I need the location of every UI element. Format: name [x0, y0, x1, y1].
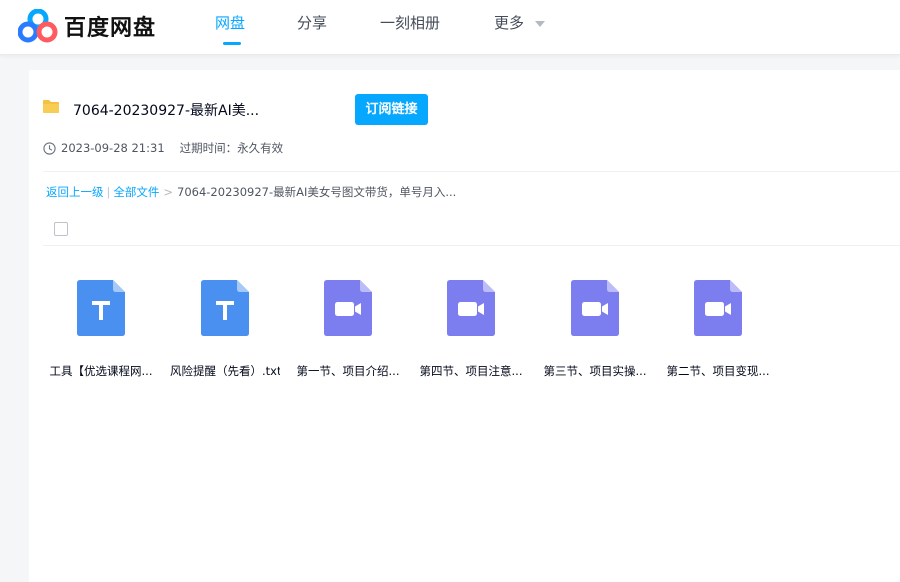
nav-share-label: 分享 [297, 14, 328, 32]
logo-text: 百度网盘 [64, 16, 157, 41]
share-card: 7064-20230927-最新AI美... 订阅链接 2023-09-28 2… [29, 70, 900, 582]
subscribe-link-button[interactable]: 订阅链接 [355, 94, 428, 125]
breadcrumb-arrow: > [163, 185, 174, 199]
nav-share[interactable]: 分享 [297, 12, 327, 33]
divider [43, 245, 900, 246]
breadcrumb: 返回上一级 | 全部文件 >7064-20230927-最新AI美女号图文带货，单号月… [46, 184, 456, 200]
nav-more-label: 更多 [494, 14, 525, 32]
nav-more[interactable]: 更多 [494, 12, 545, 33]
file-name: 第四节、项目注意... [419, 364, 523, 378]
nav-album[interactable]: 一刻相册 [380, 12, 440, 33]
active-tab-indicator [223, 42, 241, 45]
all-files-link[interactable]: 全部文件 [113, 185, 159, 199]
cloud-logo-icon [18, 9, 58, 43]
back-link[interactable]: 返回上一级 [46, 185, 104, 199]
file-name: 第三节、项目实操... [543, 364, 647, 378]
nav-album-label: 一刻相册 [380, 14, 441, 32]
file-name: 第二节、项目变现... [666, 364, 770, 378]
nav-netdisk[interactable]: 网盘 [215, 12, 246, 45]
select-all-checkbox[interactable] [54, 222, 68, 236]
video-file-icon [694, 280, 742, 336]
expire-text: 过期时间：永久有效 [179, 141, 284, 155]
share-meta: 2023-09-28 21:31 过期时间：永久有效 [43, 140, 283, 156]
chevron-down-icon [534, 20, 545, 27]
share-date: 2023-09-28 21:31 [61, 141, 165, 155]
video-file-icon [571, 280, 619, 336]
clock-icon [43, 141, 56, 155]
txt-file-icon [201, 280, 249, 336]
share-title: 7064-20230927-最新AI美... [73, 103, 260, 119]
folder-icon [43, 100, 59, 113]
video-file-icon [447, 280, 495, 336]
current-folder-path: 7064-20230927-最新AI美女号图文带货，单号月入... [177, 185, 457, 199]
top-header: 百度网盘 网盘 分享 一刻相册 更多 [0, 0, 900, 55]
file-name: 第一节、项目介绍... [296, 364, 400, 378]
file-name: 风险提醒（先看）.txt [170, 364, 280, 378]
video-file-icon [324, 280, 372, 336]
file-name: 工具【优选课程网... [49, 364, 153, 378]
divider [43, 171, 900, 172]
nav-netdisk-label: 网盘 [215, 14, 246, 32]
baidu-netdisk-logo[interactable]: 百度网盘 [18, 6, 156, 46]
txt-file-icon [77, 280, 125, 336]
breadcrumb-separator: | [106, 185, 111, 199]
